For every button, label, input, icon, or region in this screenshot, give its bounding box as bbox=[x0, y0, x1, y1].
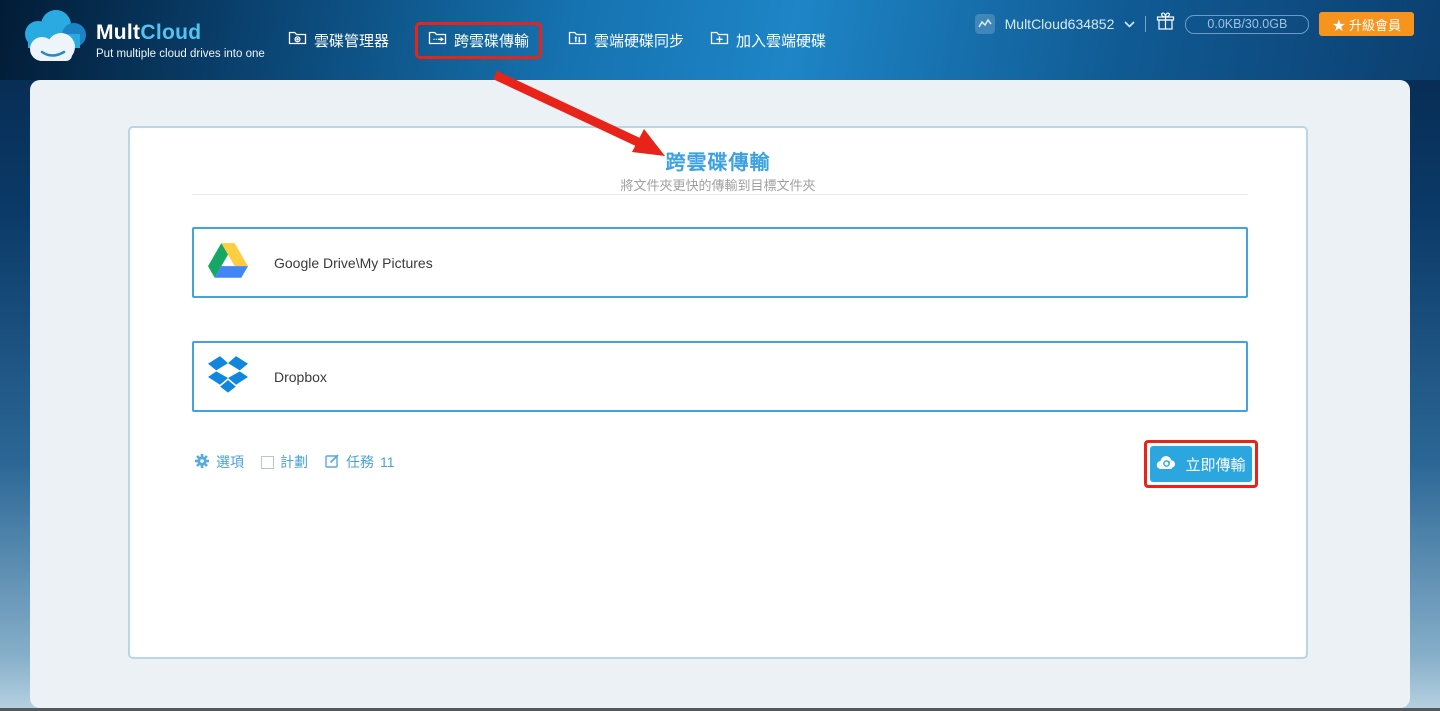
folder-gear-icon bbox=[288, 30, 307, 50]
nav-cloud-sync[interactable]: 雲端硬碟同步 bbox=[568, 30, 684, 51]
tasks-link[interactable]: 任務 11 bbox=[325, 452, 395, 472]
account-area: MultCloud634852 0.0KB/30.0GB ★ 升級會員 bbox=[974, 0, 1414, 48]
brand[interactable]: MultCloud Put multiple cloud drives into… bbox=[20, 8, 265, 73]
storage-usage-pill[interactable]: 0.0KB/30.0GB bbox=[1185, 14, 1310, 34]
username[interactable]: MultCloud634852 bbox=[1005, 16, 1115, 32]
tasks-label: 任務 bbox=[346, 454, 374, 470]
transfer-now-label: 立即傳輸 bbox=[1185, 456, 1246, 474]
gear-icon bbox=[194, 453, 210, 472]
folder-add-icon bbox=[710, 30, 729, 50]
transfer-now-button[interactable]: 立即傳輸 bbox=[1150, 446, 1252, 482]
upgrade-member-button[interactable]: ★ 升級會員 bbox=[1319, 12, 1414, 36]
top-header: MultCloud Put multiple cloud drives into… bbox=[0, 0, 1440, 80]
brand-tagline: Put multiple cloud drives into one bbox=[96, 48, 265, 60]
tasks-count: 11 bbox=[380, 454, 395, 470]
brand-wordmark: MultCloud bbox=[96, 21, 265, 45]
header-divider bbox=[1145, 16, 1147, 32]
nav-add-cloud[interactable]: 加入雲端硬碟 bbox=[710, 30, 826, 51]
nav-cloud-transfer-label: 跨雲碟傳輸 bbox=[454, 32, 530, 50]
schedule-checkbox[interactable] bbox=[261, 455, 274, 469]
dropbox-icon bbox=[208, 355, 248, 398]
activity-avatar-icon[interactable] bbox=[974, 14, 995, 34]
options-link[interactable]: 選項 bbox=[194, 452, 244, 472]
title-divider bbox=[192, 194, 1248, 195]
cloud-sync-icon bbox=[1156, 455, 1177, 474]
folder-transfer-icon bbox=[428, 30, 447, 50]
destination-drive-box[interactable]: Dropbox bbox=[192, 341, 1248, 412]
transfer-card: 跨雲碟傳輸 將文件夾更快的傳輸到目標文件夾 Google Drive\My Pi… bbox=[128, 126, 1308, 659]
destination-path-label: Dropbox bbox=[274, 368, 327, 385]
page: MultCloud Put multiple cloud drives into… bbox=[0, 0, 1440, 711]
brand-name-part1: Mult bbox=[96, 21, 141, 44]
edit-task-icon bbox=[325, 453, 340, 471]
schedule-label: 計劃 bbox=[280, 454, 308, 470]
content-panel: 跨雲碟傳輸 將文件夾更快的傳輸到目標文件夾 Google Drive\My Pi… bbox=[30, 80, 1410, 708]
options-label: 選項 bbox=[216, 454, 244, 470]
source-path-label: Google Drive\My Pictures bbox=[274, 254, 433, 271]
main-nav: 雲碟管理器 跨雲碟傳輸 雲端硬碟同步 加入雲端硬碟 bbox=[288, 0, 826, 80]
transfer-button-highlight: 立即傳輸 bbox=[1144, 440, 1258, 488]
multcloud-logo-icon bbox=[20, 8, 88, 73]
nav-cloud-manager[interactable]: 雲碟管理器 bbox=[288, 30, 389, 51]
brand-text: MultCloud Put multiple cloud drives into… bbox=[96, 21, 265, 60]
page-subtitle: 將文件夾更快的傳輸到目標文件夾 bbox=[620, 178, 816, 193]
chevron-down-icon[interactable] bbox=[1124, 20, 1135, 28]
gift-icon[interactable] bbox=[1156, 12, 1175, 36]
page-title: 跨雲碟傳輸 bbox=[665, 152, 771, 174]
nav-cloud-sync-label: 雲端硬碟同步 bbox=[594, 32, 685, 50]
options-row: 選項 計劃 任務 11 bbox=[194, 452, 395, 472]
source-drive-box[interactable]: Google Drive\My Pictures bbox=[192, 227, 1248, 298]
schedule-option[interactable]: 計劃 bbox=[261, 452, 308, 472]
nav-cloud-transfer[interactable]: 跨雲碟傳輸 bbox=[415, 21, 543, 59]
google-drive-icon bbox=[208, 242, 248, 283]
nav-cloud-manager-label: 雲碟管理器 bbox=[314, 32, 390, 50]
folder-sync-icon bbox=[568, 30, 587, 50]
brand-name-part2: Cloud bbox=[140, 21, 202, 44]
nav-add-cloud-label: 加入雲端硬碟 bbox=[736, 32, 827, 50]
